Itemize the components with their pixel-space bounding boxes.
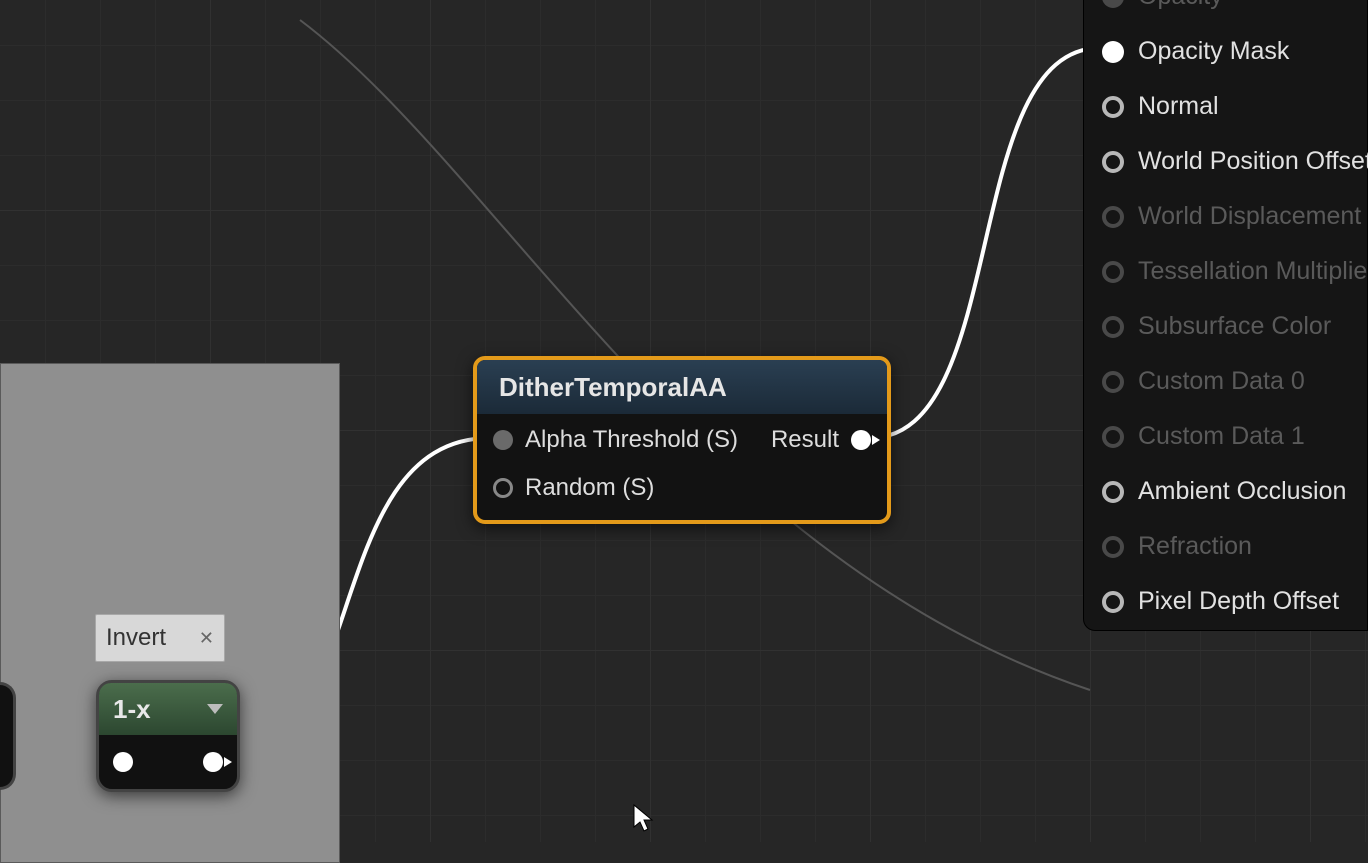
pin-tessellation-multiplier: Tessellation Multiplier xyxy=(1102,257,1357,286)
pin-label: Random (S) xyxy=(525,474,654,502)
pin-normal[interactable]: Normal xyxy=(1102,92,1357,121)
input-alpha-threshold[interactable]: Alpha Threshold (S) xyxy=(493,426,738,454)
pin-label: Opacity Mask xyxy=(1138,37,1289,66)
pin-icon xyxy=(1102,0,1124,8)
pin-icon[interactable] xyxy=(851,430,871,450)
one-minus-title: 1-x xyxy=(113,694,151,725)
output-result[interactable]: Result xyxy=(771,426,871,454)
one-minus-input-pin[interactable] xyxy=(113,752,133,772)
pin-icon[interactable] xyxy=(1102,591,1124,613)
pin-icon[interactable] xyxy=(1102,41,1124,63)
input-random[interactable]: Random (S) xyxy=(493,474,738,502)
pin-label: Opacity xyxy=(1138,0,1223,11)
pin-label: Tessellation Multiplier xyxy=(1138,257,1368,286)
offscreen-node[interactable] xyxy=(0,682,16,790)
chevron-down-icon[interactable] xyxy=(207,704,223,714)
pin-label: Ambient Occlusion xyxy=(1138,477,1346,506)
pin-icon xyxy=(1102,316,1124,338)
pin-label: Pixel Depth Offset xyxy=(1138,587,1339,616)
dither-temporal-aa-node[interactable]: DitherTemporalAA Alpha Threshold (S) Ran… xyxy=(473,356,891,524)
pin-icon xyxy=(1102,206,1124,228)
pin-label: Refraction xyxy=(1138,532,1252,561)
pin-icon[interactable] xyxy=(1102,151,1124,173)
pin-label: Alpha Threshold (S) xyxy=(525,426,738,454)
pin-icon[interactable] xyxy=(1102,481,1124,503)
pin-label: Subsurface Color xyxy=(1138,312,1331,341)
pin-icon xyxy=(1102,536,1124,558)
pin-label: Result xyxy=(771,426,839,454)
pin-icon xyxy=(1102,426,1124,448)
pin-icon[interactable] xyxy=(493,430,513,450)
pin-opacity: Opacity xyxy=(1102,0,1357,11)
pin-refraction: Refraction xyxy=(1102,532,1357,561)
pin-icon[interactable] xyxy=(1102,96,1124,118)
pin-label: World Displacement xyxy=(1138,202,1361,231)
pin-pixel-depth-offset[interactable]: Pixel Depth Offset xyxy=(1102,587,1357,616)
one-minus-node[interactable]: 1-x xyxy=(96,680,240,792)
pin-label: World Position Offset xyxy=(1138,147,1368,176)
pin-label: Normal xyxy=(1138,92,1219,121)
pin-icon xyxy=(1102,371,1124,393)
pin-subsurface-color: Subsurface Color xyxy=(1102,312,1357,341)
pin-label: Custom Data 0 xyxy=(1138,367,1305,396)
pin-custom-data-0: Custom Data 0 xyxy=(1102,367,1357,396)
pin-opacity-mask[interactable]: Opacity Mask xyxy=(1102,37,1357,66)
pin-icon xyxy=(1102,261,1124,283)
material-output-node[interactable]: Opacity Opacity Mask Normal World Positi… xyxy=(1083,0,1368,631)
comment-resize-icon[interactable]: ✕ xyxy=(199,628,214,649)
pin-world-displacement: World Displacement xyxy=(1102,202,1357,231)
invert-comment[interactable]: Invert ✕ xyxy=(95,614,225,662)
pin-custom-data-1: Custom Data 1 xyxy=(1102,422,1357,451)
pin-ambient-occlusion[interactable]: Ambient Occlusion xyxy=(1102,477,1357,506)
pin-icon[interactable] xyxy=(493,478,513,498)
pin-world-position-offset[interactable]: World Position Offset xyxy=(1102,147,1357,176)
comment-label: Invert xyxy=(106,624,166,652)
one-minus-output-pin[interactable] xyxy=(203,752,223,772)
pin-label: Custom Data 1 xyxy=(1138,422,1305,451)
dither-node-title[interactable]: DitherTemporalAA xyxy=(477,360,887,414)
